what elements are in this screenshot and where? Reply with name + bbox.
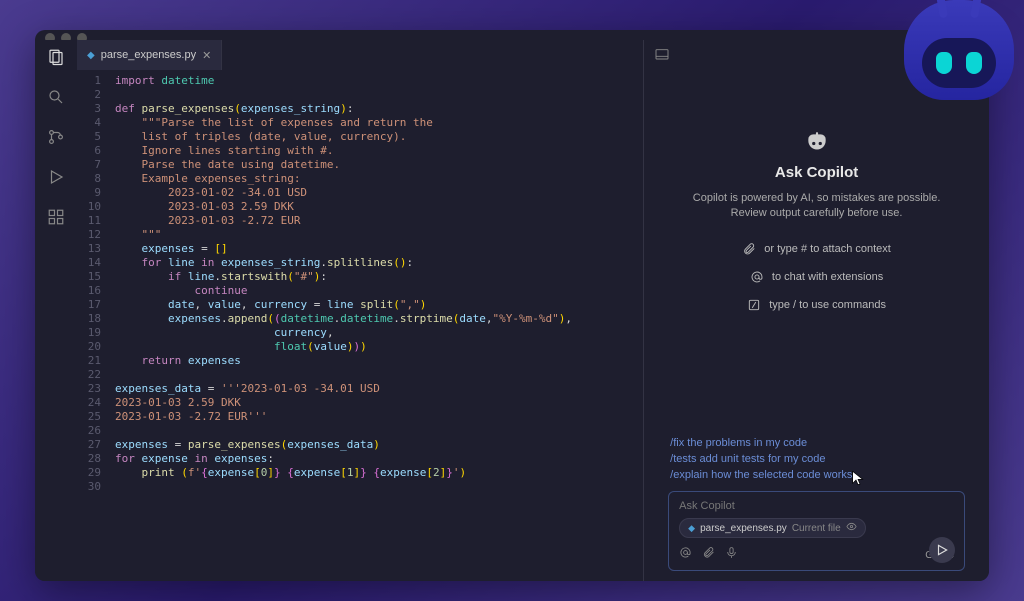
copilot-hint-list: or type # to attach context to chat with… [677, 242, 957, 312]
search-icon[interactable] [45, 86, 67, 108]
copilot-suggestions: /fix the problems in my code /tests add … [668, 437, 852, 481]
line-number-gutter: 1234567891011121314151617181920212223242… [77, 74, 115, 581]
hint-commands: type / to use commands [747, 298, 886, 312]
activity-bar [35, 40, 77, 581]
context-pill[interactable]: ◆ parse_expenses.py Current file [679, 518, 866, 538]
panel-icon[interactable] [654, 47, 670, 63]
send-button[interactable] [929, 537, 955, 563]
python-file-icon: ◆ [87, 50, 95, 61]
suggestion-tests[interactable]: /tests add unit tests for my code [670, 453, 852, 465]
code-line[interactable]: continue [115, 284, 643, 298]
close-icon[interactable]: ✕ [202, 49, 211, 62]
hint-attach: or type # to attach context [742, 242, 891, 256]
explorer-icon[interactable] [45, 46, 67, 68]
code-line[interactable]: currency, [115, 326, 643, 340]
at-icon[interactable] [679, 546, 692, 564]
editor-container: ◆ parse_expenses.py ✕ 123456789101112131… [77, 40, 989, 581]
code-line[interactable]: for line in expenses_string.splitlines()… [115, 256, 643, 270]
copilot-input-placeholder: Ask Copilot [679, 500, 954, 512]
code-line[interactable] [115, 424, 643, 438]
code-line[interactable]: Example expenses_string: [115, 172, 643, 186]
tab-filename: parse_expenses.py [101, 49, 196, 61]
source-control-icon[interactable] [45, 126, 67, 148]
code-line[interactable]: list of triples (date, value, currency). [115, 130, 643, 144]
copilot-subtitle: Copilot is powered by AI, so mistakes ar… [677, 191, 957, 222]
suggestion-fix[interactable]: /fix the problems in my code [670, 437, 852, 449]
input-toolbar: GPT 4 [679, 546, 954, 564]
attach-icon[interactable] [702, 546, 715, 564]
editor-pane: ◆ parse_expenses.py ✕ 123456789101112131… [77, 40, 644, 581]
code-line[interactable]: return expenses [115, 354, 643, 368]
eye-icon [846, 521, 857, 535]
mic-icon[interactable] [725, 546, 738, 564]
code-line[interactable]: for expense in expenses: [115, 452, 643, 466]
copilot-input[interactable]: Ask Copilot ◆ parse_expenses.py Current … [668, 491, 965, 572]
suggestion-explain[interactable]: /explain how the selected code works [670, 469, 852, 481]
code-line[interactable]: """Parse the list of expenses and return… [115, 116, 643, 130]
code-line[interactable]: """ [115, 228, 643, 242]
copilot-hero: Ask Copilot Copilot is powered by AI, so… [677, 130, 957, 312]
code-line[interactable]: 2023-01-03 2.59 DKK [115, 396, 643, 410]
window-controls [35, 30, 989, 40]
context-pill-file: parse_expenses.py [700, 523, 787, 534]
code-line[interactable]: expenses = parse_expenses(expenses_data) [115, 438, 643, 452]
code-line[interactable]: date, value, currency = line split(",") [115, 298, 643, 312]
code-line[interactable]: if line.startswith("#"): [115, 270, 643, 284]
code-line[interactable]: float(value))) [115, 340, 643, 354]
code-line[interactable]: import datetime [115, 74, 643, 88]
run-debug-icon[interactable] [45, 166, 67, 188]
code-line[interactable]: Parse the date using datetime. [115, 158, 643, 172]
extensions-icon[interactable] [45, 206, 67, 228]
code-line[interactable]: expenses_data = '''2023-01-03 -34.01 USD [115, 382, 643, 396]
code-line[interactable]: 2023-01-03 -2.72 EUR''' [115, 410, 643, 424]
copilot-body: Ask Copilot Copilot is powered by AI, so… [644, 70, 989, 581]
code-content[interactable]: import datetime def parse_expenses(expens… [115, 74, 643, 581]
main-area: ◆ parse_expenses.py ✕ 123456789101112131… [35, 40, 989, 581]
code-line[interactable]: 2023-01-03 -2.72 EUR [115, 214, 643, 228]
code-line[interactable] [115, 88, 643, 102]
attach-icon [742, 242, 756, 256]
code-line[interactable]: expenses.append((datetime.datetime.strpt… [115, 312, 643, 326]
copilot-input-wrap: Ask Copilot ◆ parse_expenses.py Current … [668, 491, 965, 572]
tab-parse-expenses[interactable]: ◆ parse_expenses.py ✕ [77, 40, 222, 70]
tab-bar: ◆ parse_expenses.py ✕ [77, 40, 643, 70]
context-pill-label: Current file [792, 523, 841, 534]
code-line[interactable]: 2023-01-02 -34.01 USD [115, 186, 643, 200]
code-line[interactable]: expenses = [] [115, 242, 643, 256]
copilot-title: Ask Copilot [677, 164, 957, 181]
code-line[interactable] [115, 368, 643, 382]
python-file-icon: ◆ [688, 523, 695, 534]
code-line[interactable]: Ignore lines starting with #. [115, 144, 643, 158]
code-line[interactable]: def parse_expenses(expenses_string): [115, 102, 643, 116]
code-line[interactable]: print (f'{expense[0]} {expense[1]} {expe… [115, 466, 643, 480]
code-area[interactable]: 1234567891011121314151617181920212223242… [77, 70, 643, 581]
copilot-chat-pane: Ask Copilot Copilot is powered by AI, so… [644, 40, 989, 581]
hint-extensions: to chat with extensions [750, 270, 883, 284]
vscode-window: ◆ parse_expenses.py ✕ 123456789101112131… [35, 30, 989, 581]
copilot-robot-icon [804, 130, 830, 156]
at-icon [750, 270, 764, 284]
hint-text: to chat with extensions [772, 271, 883, 283]
code-line[interactable]: 2023-01-03 2.59 DKK [115, 200, 643, 214]
copilot-mascot [894, 0, 1024, 110]
hint-text: or type # to attach context [764, 243, 891, 255]
code-line[interactable] [115, 480, 643, 494]
slash-icon [747, 298, 761, 312]
hint-text: type / to use commands [769, 299, 886, 311]
